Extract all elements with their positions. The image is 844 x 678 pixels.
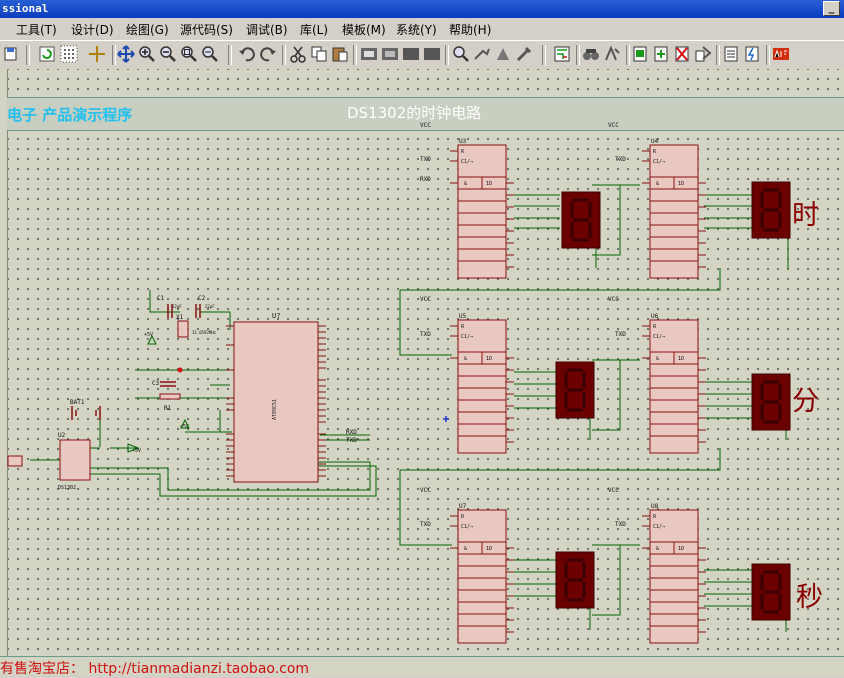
- txd-label-4: TXD: [615, 331, 626, 338]
- c1-value: 22pF: [172, 304, 182, 309]
- rtc-crystal: [7, 455, 23, 467]
- mcu-txd-label: TXD: [346, 437, 357, 444]
- txd-label-3: TXD: [420, 331, 431, 338]
- c1-label: C1: [157, 295, 165, 302]
- hour-label: 时: [792, 200, 819, 231]
- rxd-label-1: RXD: [420, 176, 431, 183]
- footer-strip: 有售淘宝店： http://tianmadianzi.taobao.com: [0, 656, 844, 677]
- txd-label-6: TXD: [615, 521, 626, 528]
- u7-label: U7: [459, 503, 467, 510]
- c2-value: 22pF: [205, 304, 215, 309]
- u6-label: U6: [651, 313, 659, 320]
- schematic-drawing: R C1/→ & 1D U3 U4 U5 U6 U7 U8 VCC VCC VC…: [7, 122, 792, 644]
- vcc-label-1: VCC: [420, 122, 431, 129]
- minute-label: 分: [792, 386, 819, 417]
- crystal-label: X1: [176, 314, 184, 321]
- vcc-label-6: VCC: [608, 487, 619, 494]
- vcc-label-3: VCC: [420, 296, 431, 303]
- c2-label: C2: [198, 295, 206, 302]
- cursor-marker: [443, 416, 449, 422]
- txd-label-1: TXD: [420, 156, 431, 163]
- u5-label: U5: [459, 313, 467, 320]
- footer-shop-text: 有售淘宝店： http://tianmadianzi.taobao.com: [0, 661, 310, 677]
- vcc-label-5: VCC: [420, 487, 431, 494]
- vcc-label-4: VCC: [608, 296, 619, 303]
- u4-label: U4: [651, 138, 659, 145]
- crystal-value: 11.0592MHz: [192, 330, 217, 335]
- rtc-part: DS1302: [58, 485, 76, 491]
- c3-label: C3: [152, 380, 160, 387]
- rtc-label: U2: [58, 432, 66, 439]
- r1-label: R1: [164, 405, 172, 412]
- txd-label-5: TXD: [420, 521, 431, 528]
- resistor-symbol: [159, 393, 181, 400]
- txd-label-2: TXD: [615, 156, 626, 163]
- u8-label: U8: [651, 503, 659, 510]
- mcu-part: AT89C51: [272, 399, 278, 420]
- battery-label: BAT1: [70, 399, 85, 406]
- mcu-label: U?: [272, 312, 280, 320]
- vcc-label-2: VCC: [608, 122, 619, 129]
- second-label: 秒: [796, 582, 823, 613]
- u3-label: U3: [459, 138, 467, 145]
- mcu-rxd-label: RXD: [346, 429, 357, 436]
- crystal-symbol: [177, 320, 189, 338]
